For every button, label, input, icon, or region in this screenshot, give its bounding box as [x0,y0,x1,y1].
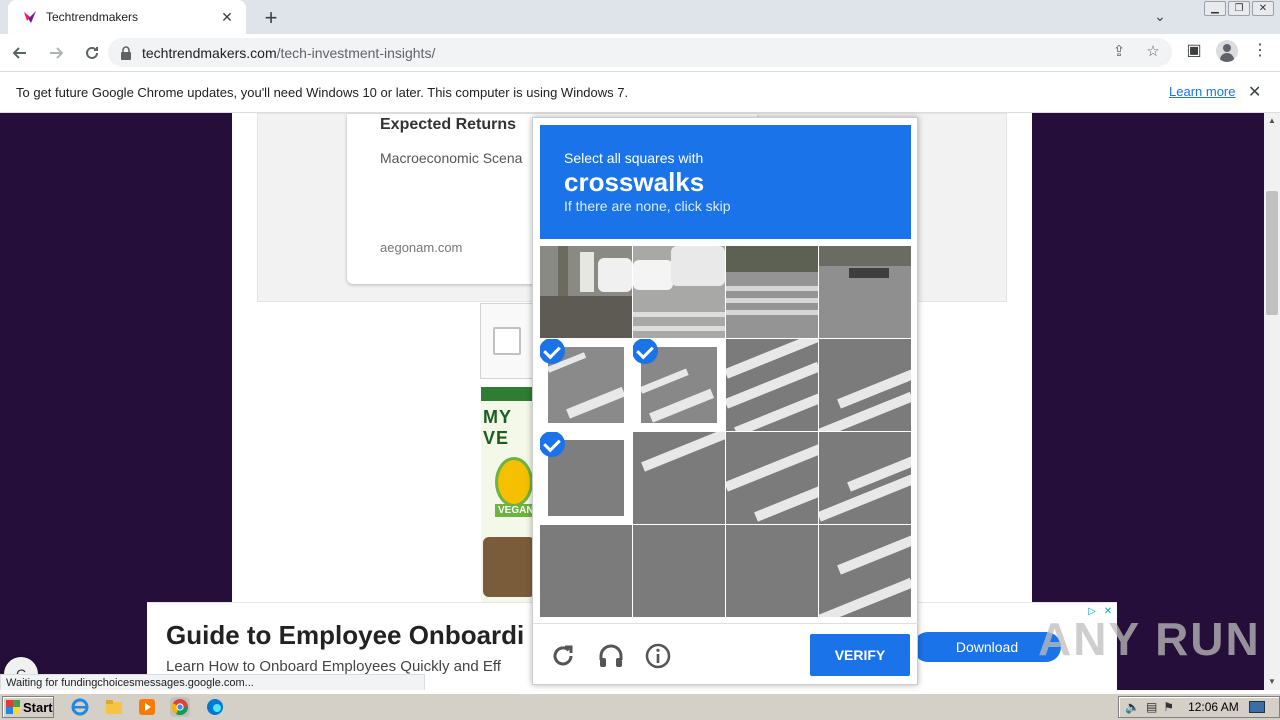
challenge-tile-selected[interactable] [540,432,632,524]
close-infobar-icon[interactable]: ✕ [1248,82,1261,102]
challenge-header: Select all squares with crosswalks If th… [540,125,911,239]
scrollbar-thumb[interactable] [1266,191,1278,315]
challenge-tile[interactable] [726,246,818,338]
challenge-tile[interactable] [633,525,725,617]
network-icon[interactable]: ▤ [1146,700,1157,714]
back-button[interactable] [4,37,36,69]
action-center-flag-icon[interactable]: ⚑ [1163,700,1174,714]
update-infobar: To get future Google Chrome updates, you… [0,71,1280,113]
scroll-down-icon[interactable]: ▼ [1268,677,1276,686]
side-panel-icon[interactable]: ▣ [1182,39,1206,63]
challenge-tile-selected[interactable] [540,339,632,431]
close-window-button[interactable]: ✕ [1252,1,1274,16]
infobar-message: To get future Google Chrome updates, you… [16,84,629,100]
ad-vegan-tag: VEGAN [495,504,537,517]
internet-explorer-icon[interactable] [70,697,90,717]
challenge-tile[interactable] [819,246,911,338]
volume-icon[interactable]: 🔈 [1125,700,1140,714]
file-explorer-icon[interactable] [104,697,124,717]
url-path: /tech-investment-insights/ [276,44,436,61]
side-ad-image[interactable]: MY VE VEGAN [481,387,539,602]
edge-taskbar-icon[interactable] [205,697,225,717]
minimize-button[interactable]: ▁ [1204,1,1226,16]
challenge-tile[interactable] [819,339,911,431]
restore-button[interactable]: ❐ [1228,1,1250,16]
anyrun-watermark: ANY RUN [1038,613,1261,665]
reload-button[interactable] [76,37,108,69]
challenge-tile-grid [540,246,911,617]
challenge-tile[interactable] [726,432,818,524]
browser-tab[interactable]: Techtrendmakers ✕ [8,0,246,34]
new-tab-button[interactable]: + [260,5,282,31]
challenge-tile[interactable] [633,432,725,524]
challenge-tile-selected[interactable] [633,339,725,431]
taskbar-clock[interactable]: 12:06 AM [1188,700,1239,714]
challenge-tile[interactable] [726,525,818,617]
challenge-tile[interactable] [540,525,632,617]
tab-title: Techtrendmakers [46,10,139,24]
chrome-taskbar-icon[interactable] [170,697,190,717]
challenge-target: crosswalks [564,167,705,197]
article-card-title: Expected Returns [380,116,517,133]
back-arrow-icon [12,46,26,59]
learn-more-link[interactable]: Learn more [1169,84,1235,99]
recaptcha-anchor [480,303,540,379]
window-controls: ▁ ❐ ✕ [1204,1,1274,16]
address-bar[interactable]: techtrendmakers.com /tech-investment-ins… [108,38,1172,67]
article-card-source: aegonam.com [380,240,463,255]
start-button[interactable]: Start [2,696,54,718]
url-host: techtrendmakers.com [142,44,277,61]
page-scrollbar[interactable]: ▲ ▼ [1264,113,1280,690]
product-image [483,537,535,597]
show-desktop-icon[interactable] [1248,701,1265,713]
challenge-hint: If there are none, click skip [564,198,731,214]
browser-toolbar: techtrendmakers.com /tech-investment-ins… [0,34,1280,71]
verify-button[interactable]: VERIFY [810,634,910,676]
ad-subline: Learn How to Onboard Employees Quickly a… [166,658,501,675]
challenge-footer: VERIFY [533,623,919,686]
ad-headline: Guide to Employee Onboardi [166,620,525,650]
forward-arrow-icon [50,46,64,59]
bookmark-star-icon[interactable]: ☆ [1144,43,1162,61]
site-favicon-icon [24,11,36,23]
toolbar-actions: ▣ ⋮ [1182,39,1272,63]
tab-search-chevron-icon[interactable]: ⌄ [1150,8,1170,26]
start-label: Start [23,699,53,715]
profile-avatar-icon[interactable] [1216,40,1238,62]
recaptcha-checkbox[interactable] [493,327,521,355]
challenge-tile[interactable] [819,432,911,524]
challenge-tile[interactable] [819,525,911,617]
menu-kebab-icon[interactable]: ⋮ [1248,39,1272,63]
scroll-up-icon[interactable]: ▲ [1268,116,1276,125]
reload-icon [86,46,98,59]
status-bubble: Waiting for fundingchoicesmessages.googl… [0,674,425,690]
lock-icon[interactable] [120,45,132,60]
audio-challenge-icon[interactable] [597,642,625,670]
article-card-subtitle: Macroeconomic Scena [380,150,523,166]
media-player-icon[interactable] [137,697,157,717]
close-tab-icon[interactable]: ✕ [218,9,236,26]
forward-button[interactable] [40,37,72,69]
challenge-tile[interactable] [726,339,818,431]
challenge-tile[interactable] [540,246,632,338]
reload-challenge-icon[interactable] [549,642,577,670]
ad-banner-stripe [481,387,539,401]
challenge-tile[interactable] [633,246,725,338]
windows-logo-icon [6,700,20,714]
info-icon[interactable] [644,642,672,670]
ad-brand-text: MY VE [483,407,512,448]
windows-taskbar: Start 🔈 ▤ ⚑ 12:06 AM [0,693,1280,720]
share-icon[interactable]: ⇪ [1110,43,1128,61]
challenge-instruction: Select all squares with [564,150,704,166]
system-tray: 🔈 ▤ ⚑ 12:06 AM [1118,696,1280,718]
omnibox-actions: ⇪ ☆ [1110,43,1162,61]
tab-strip: Techtrendmakers ✕ + ⌄ ▁ ❐ ✕ [0,0,1280,34]
recaptcha-challenge: Select all squares with crosswalks If th… [532,117,919,686]
vegan-seal-icon [495,457,533,507]
